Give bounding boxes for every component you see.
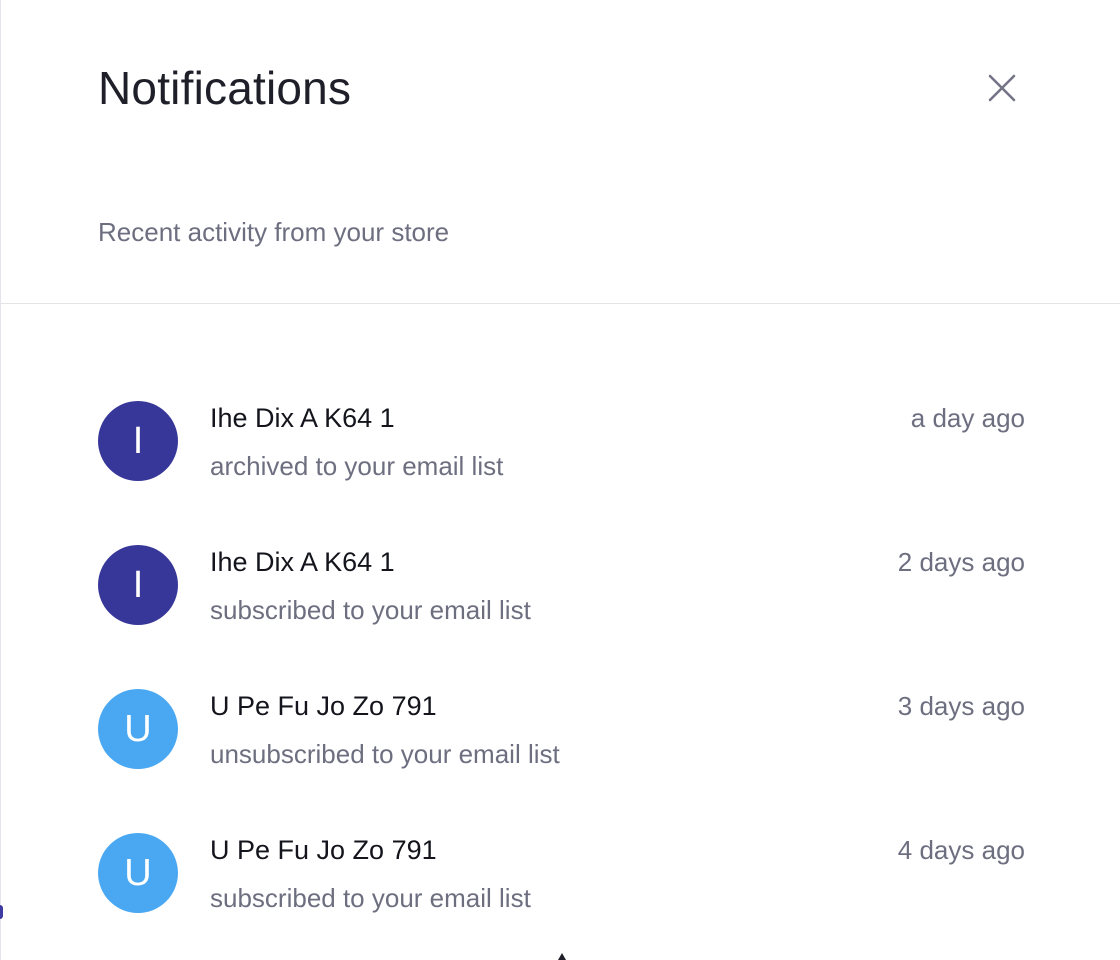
notification-timestamp: a day ago	[910, 403, 1025, 433]
notifications-panel: Notifications Recent activity from your …	[0, 0, 1120, 960]
panel-header: Notifications Recent activity from your …	[0, 0, 1120, 304]
notification-action: unsubscribed to your email list	[210, 739, 560, 769]
notification-user-name: Ihe Dix A K64 1	[210, 547, 395, 577]
close-icon	[980, 66, 1024, 110]
avatar: U	[98, 833, 178, 913]
notification-list: I Ihe Dix A K64 1 archived to your email…	[0, 384, 1120, 960]
notification-item[interactable]: I Ihe Dix A K64 1 archived to your email…	[0, 384, 1120, 528]
notification-user-name: U Pe Fu Jo Zo 791	[210, 691, 437, 721]
notification-user-name: Ihe Dix A K64 1	[210, 403, 395, 433]
notification-action: archived to your email list	[210, 451, 504, 481]
page-title: Notifications	[98, 62, 352, 114]
mouse-cursor	[558, 953, 566, 960]
close-button[interactable]	[980, 66, 1024, 110]
notification-item[interactable]: I Ihe Dix A K64 1 subscribed to your ema…	[0, 528, 1120, 672]
notification-timestamp: 3 days ago	[897, 691, 1025, 721]
notification-item[interactable]: U U Pe Fu Jo Zo 791 subscribed to your e…	[0, 816, 1120, 960]
notification-item[interactable]: U U Pe Fu Jo Zo 791 unsubscribed to your…	[0, 672, 1120, 816]
notification-timestamp: 4 days ago	[897, 835, 1025, 865]
panel-subtitle: Recent activity from your store	[98, 217, 450, 247]
notification-user-name: U Pe Fu Jo Zo 791	[210, 835, 437, 865]
notification-action: subscribed to your email list	[210, 595, 531, 625]
avatar: I	[98, 401, 178, 481]
avatar: I	[98, 545, 178, 625]
avatar: U	[98, 689, 178, 769]
notification-timestamp: 2 days ago	[897, 547, 1025, 577]
notification-action: subscribed to your email list	[210, 883, 531, 913]
